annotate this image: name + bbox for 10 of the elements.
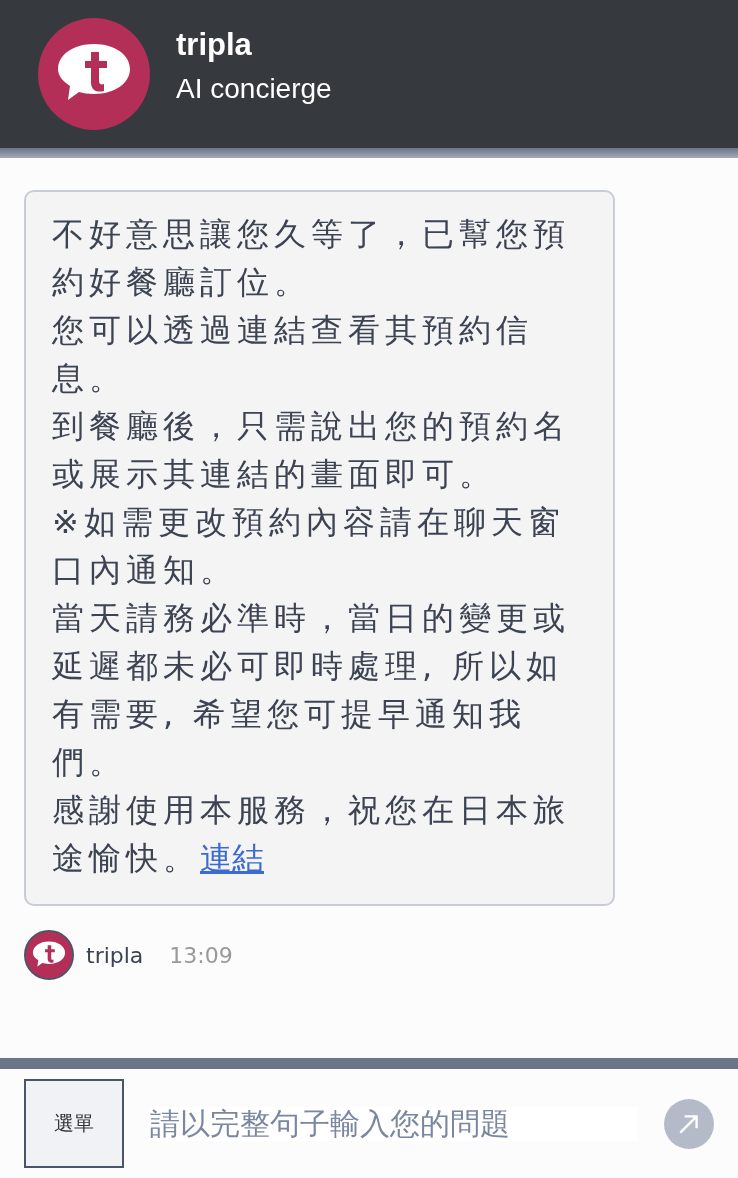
message-time: 13:09 <box>169 942 233 968</box>
message-link[interactable]: 連結 <box>200 839 264 877</box>
chat-subtitle: AI concierge <box>176 73 332 105</box>
logo-icon <box>38 18 150 130</box>
menu-button[interactable]: 選單 <box>24 1079 124 1168</box>
avatar-icon <box>24 930 74 980</box>
send-button[interactable] <box>664 1098 714 1149</box>
sender-name: tripla <box>86 942 144 968</box>
message-text: 不好意思讓您久等了，已幫您預約好餐廳訂位。 您可以透過連結查看其預約信息。 到餐廳後，只需說出您的預約名或展示其連結的畫面即可。 ※如需更改預約內容請在聊天窗口內通知。 當天請務必準時，當日的變更或延遲都未必可即時處理, 所以如有需要, 希望您可提早通知我們。 感謝使用本服務，祝您在日本旅途愉快。連結 <box>52 214 571 879</box>
chat-title: tripla <box>176 27 253 63</box>
